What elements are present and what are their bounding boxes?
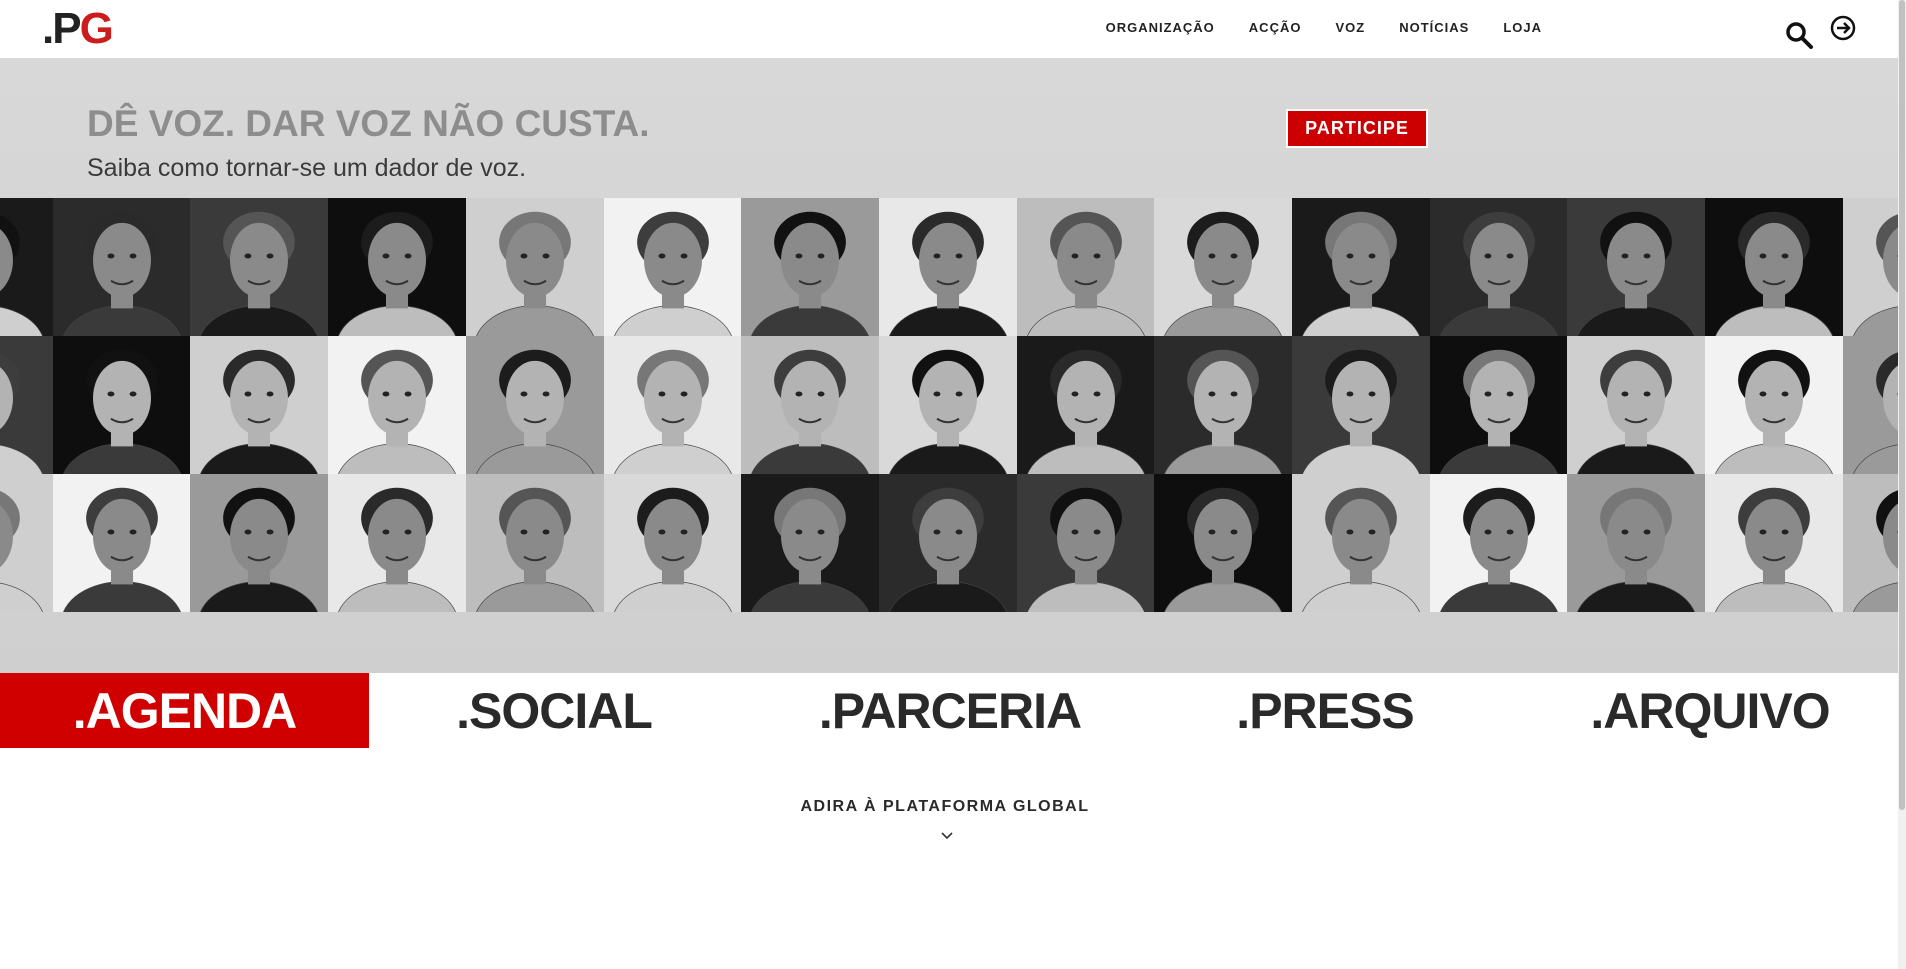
tab-arquivo[interactable]: .ARQUIVO (1570, 673, 1850, 748)
portrait-photo (1016, 474, 1155, 612)
portrait-photo (1292, 198, 1430, 336)
portrait-photo (741, 474, 880, 612)
nav-item-loja[interactable]: LOJA (1503, 20, 1542, 35)
hero-subtitle: Saiba como tornar-se um dador de voz. (87, 154, 527, 182)
nav-item-noticias[interactable]: NOTÍCIAS (1399, 20, 1469, 35)
portrait-photo (603, 198, 742, 336)
portrait-photo (52, 474, 191, 612)
portrait-photo (1705, 474, 1844, 612)
logo-g: G (79, 4, 114, 53)
portrait-photo (1567, 336, 1706, 474)
chevron-down-icon[interactable] (940, 828, 954, 840)
portrait-photo (52, 198, 191, 336)
portrait-photo (1842, 198, 1898, 336)
portrait-photo (1567, 198, 1706, 336)
global-platform-link[interactable]: ADIRA À PLATAFORMA GLOBAL (0, 798, 1890, 816)
portrait-photo (465, 474, 604, 612)
portrait-photo (190, 474, 329, 612)
portrait-photo (1292, 336, 1430, 474)
logo-dot-p: .P (42, 4, 82, 53)
site-header: .PG ORGANIZAÇÃO ACÇÃO VOZ NOTÍCIAS LOJA (0, 0, 1906, 58)
portrait-photo (1705, 336, 1844, 474)
site-logo[interactable]: .PG (42, 4, 114, 54)
portrait-photo (1567, 474, 1706, 612)
portrait-photo (741, 198, 880, 336)
participe-button[interactable]: PARTICIPE (1286, 109, 1428, 148)
portrait-photo (603, 336, 742, 474)
portrait-photo (603, 474, 742, 612)
login-icon[interactable] (1829, 14, 1857, 42)
portrait-photo (1016, 336, 1155, 474)
portrait-photo (1705, 198, 1844, 336)
portrait-photo (465, 336, 604, 474)
portrait-photo (878, 474, 1017, 612)
faces-mosaic (0, 198, 1898, 612)
nav-item-accao[interactable]: ACÇÃO (1249, 20, 1302, 35)
portrait-photo (1154, 474, 1293, 612)
portrait-photo (1842, 474, 1898, 612)
portrait-photo (878, 336, 1017, 474)
portrait-photo (1429, 336, 1568, 474)
search-icon[interactable] (1784, 20, 1814, 50)
portrait-photo (52, 336, 191, 474)
portrait-photo (465, 198, 604, 336)
portrait-photo (1842, 336, 1898, 474)
portrait-photo (328, 474, 467, 612)
portrait-photo (190, 198, 329, 336)
portrait-photo (0, 474, 53, 612)
portrait-photo (328, 198, 467, 336)
scrollbar-thumb[interactable] (1899, 0, 1905, 810)
hero-title: DÊ VOZ. DAR VOZ NÃO CUSTA. (87, 103, 650, 144)
portrait-photo (0, 336, 53, 474)
portrait-photo (878, 198, 1017, 336)
portrait-photo (741, 336, 880, 474)
section-tabs: .AGENDA .SOCIAL .PARCERIA .PRESS .ARQUIV… (0, 673, 1898, 748)
portrait-photo (1154, 336, 1293, 474)
portrait-photo (328, 336, 467, 474)
tab-press[interactable]: .PRESS (1200, 673, 1450, 748)
page-scrollbar[interactable] (1898, 0, 1906, 969)
portrait-photo (1154, 198, 1293, 336)
portrait-photo (0, 198, 53, 336)
main-nav: ORGANIZAÇÃO ACÇÃO VOZ NOTÍCIAS LOJA (1106, 20, 1542, 35)
portrait-photo (190, 336, 329, 474)
portrait-photo (1429, 198, 1568, 336)
nav-item-organizacao[interactable]: ORGANIZAÇÃO (1106, 20, 1215, 35)
portrait-photo (1292, 474, 1430, 612)
hero-banner: DÊ VOZ. DAR VOZ NÃO CUSTA. Saiba como to… (0, 58, 1898, 673)
tab-social[interactable]: .SOCIAL (419, 673, 689, 748)
portrait-photo (1429, 474, 1568, 612)
tab-parceria[interactable]: .PARCERIA (800, 673, 1100, 748)
tab-agenda[interactable]: .AGENDA (0, 673, 369, 748)
nav-item-voz[interactable]: VOZ (1335, 20, 1365, 35)
portrait-photo (1016, 198, 1155, 336)
